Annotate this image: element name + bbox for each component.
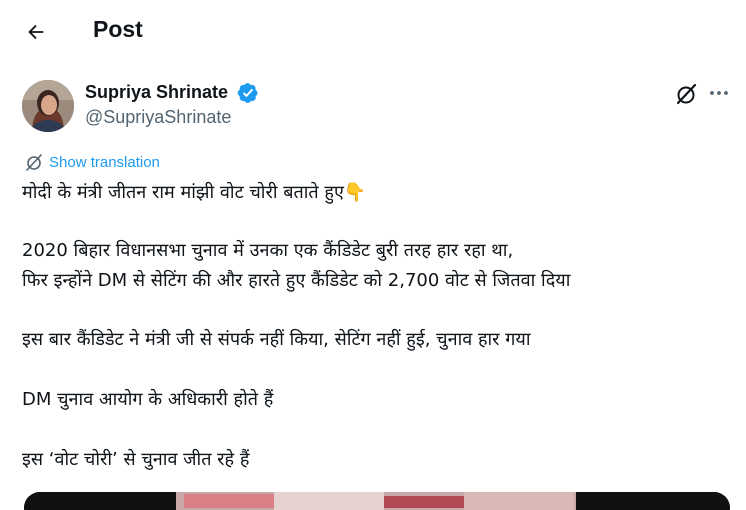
post-header: Post (0, 0, 746, 64)
post-page: Post Supriya Shrinate @SupriyaShrinate S… (0, 0, 746, 510)
back-button[interactable] (16, 14, 56, 50)
media-thumbnail (24, 492, 730, 510)
tweet-text-line: 2020 बिहार विधानसभा चुनाव में उनका एक कै… (22, 240, 514, 261)
arrow-left-icon (28, 24, 44, 40)
page-title: Post (93, 16, 143, 42)
tweet-text-line: DM चुनाव आयोग के अधिकारी होते हैं (22, 389, 274, 410)
grok-icon (676, 83, 697, 105)
tweet-text-line: मोदी के मंत्री जीतन राम मांझी वोट चोरी ब… (22, 182, 367, 203)
grok-button[interactable] (672, 80, 700, 108)
avatar-image (22, 80, 74, 132)
avatar[interactable] (22, 80, 74, 132)
tweet-text-line: इस ‘वोट चोरी’ से चुनाव जीत रहे हैं (22, 449, 250, 470)
author-handle[interactable]: @SupriyaShrinate (85, 107, 231, 128)
tweet-text-line: इस बार कैंडिडेट ने मंत्री जी से संपर्क न… (22, 329, 531, 350)
translate-label: Show translation (49, 153, 160, 171)
tweet-text-line: फिर इन्होंने DM से सेटिंग की और हारते हु… (22, 270, 571, 291)
more-horizontal-icon (710, 91, 728, 95)
show-translation-link[interactable]: Show translation (24, 152, 160, 172)
verified-badge-icon (237, 82, 259, 104)
translate-icon (26, 154, 42, 171)
more-options-button[interactable] (706, 80, 732, 106)
author-name[interactable]: Supriya Shrinate (85, 82, 228, 103)
tweet-media[interactable] (24, 492, 730, 510)
